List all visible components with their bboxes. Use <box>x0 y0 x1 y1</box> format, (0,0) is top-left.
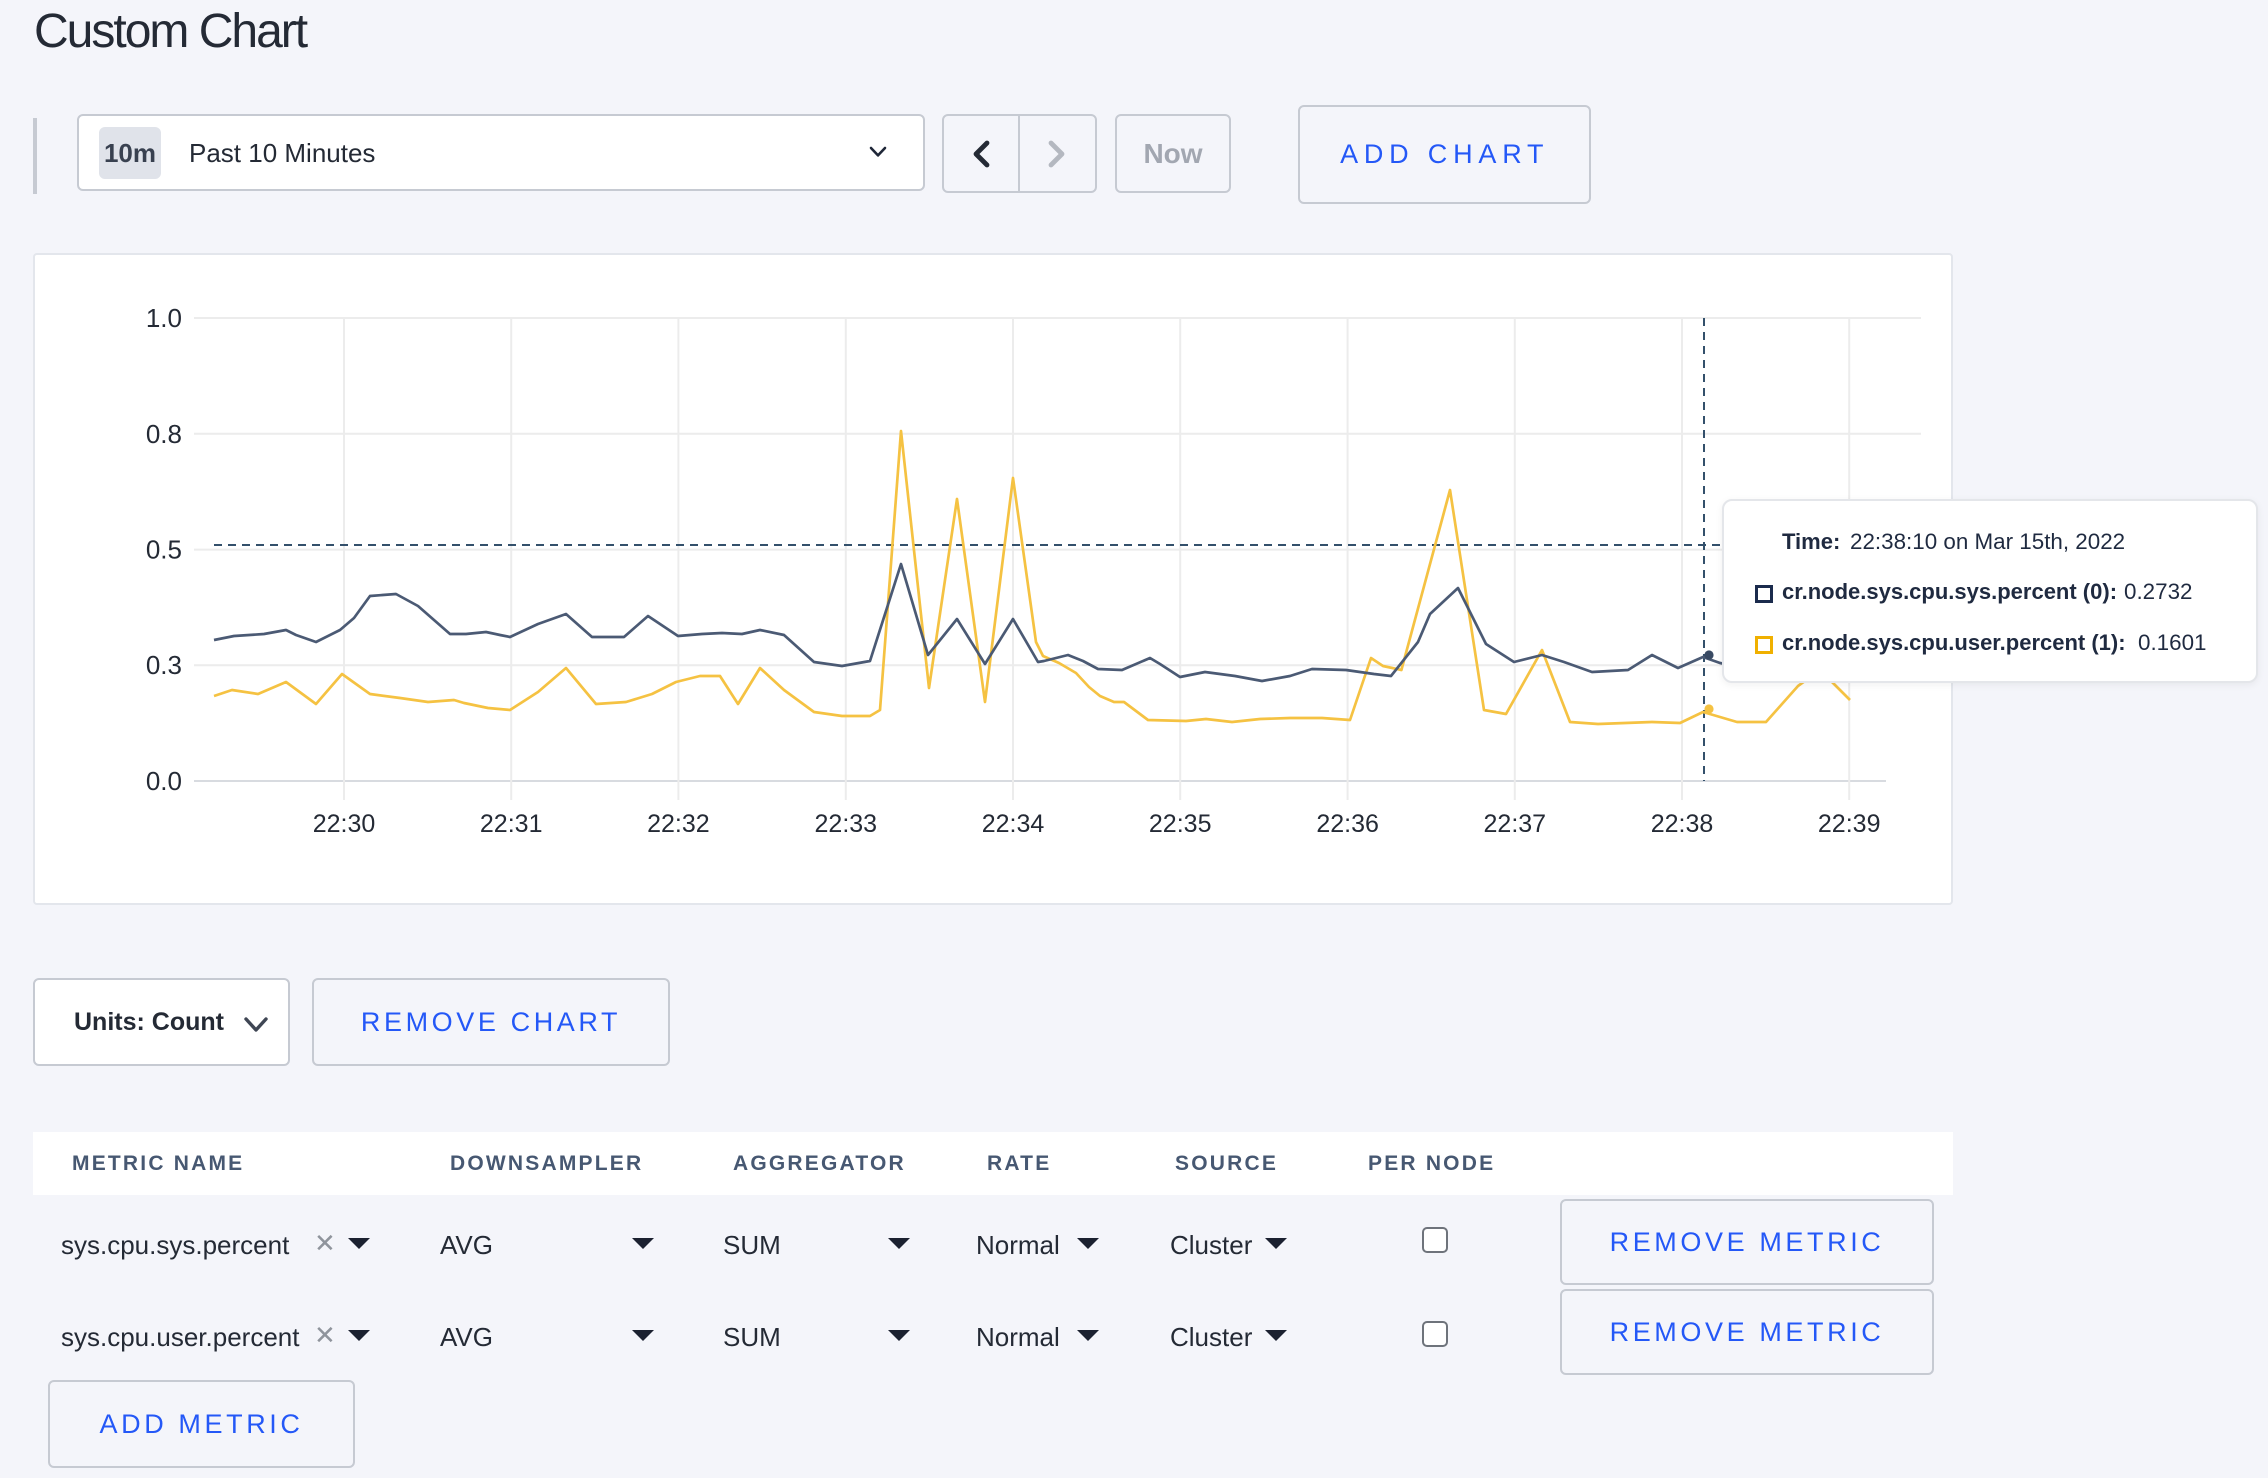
svg-text:1.0: 1.0 <box>146 303 182 333</box>
svg-text:22:32: 22:32 <box>647 810 710 838</box>
svg-text:22:38: 22:38 <box>1651 810 1714 838</box>
svg-text:0.0: 0.0 <box>146 766 182 796</box>
svg-text:0.3: 0.3 <box>146 650 182 680</box>
svg-text:22:37: 22:37 <box>1484 810 1547 838</box>
svg-text:22:39: 22:39 <box>1818 810 1881 838</box>
svg-text:22:33: 22:33 <box>815 810 878 838</box>
svg-text:22:30: 22:30 <box>313 810 376 838</box>
svg-text:0.8: 0.8 <box>146 419 182 449</box>
svg-text:22:35: 22:35 <box>1149 810 1212 838</box>
svg-text:0.5: 0.5 <box>146 535 182 565</box>
svg-text:22:34: 22:34 <box>982 810 1045 838</box>
svg-text:22:36: 22:36 <box>1316 810 1379 838</box>
svg-text:22:31: 22:31 <box>480 810 543 838</box>
